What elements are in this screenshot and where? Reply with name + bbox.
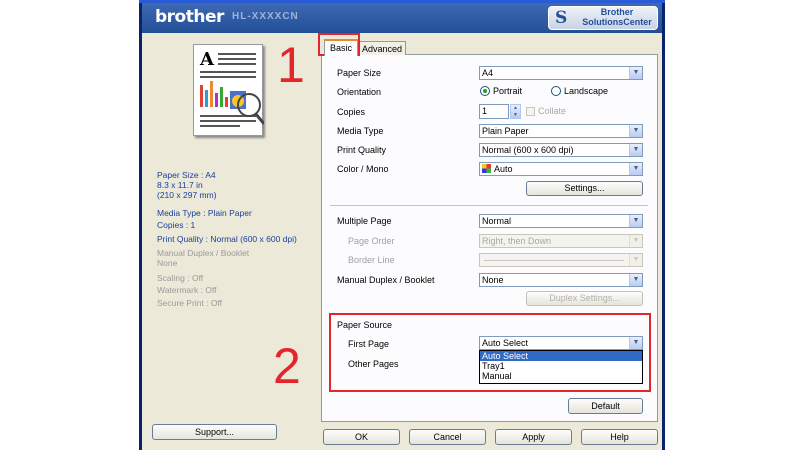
support-button[interactable]: Support... [152,424,277,440]
dropdown-option-auto-select[interactable]: Auto Select [480,351,642,361]
help-button[interactable]: Help [581,429,658,445]
cancel-button[interactable]: Cancel [409,429,486,445]
border-line-sample [484,260,624,261]
chevron-down-icon: ▼ [629,144,642,156]
multiple-page-select[interactable]: Normal ▼ [479,214,643,228]
media-type-select[interactable]: Plain Paper ▼ [479,124,643,138]
settings-button[interactable]: Settings... [526,181,643,196]
chevron-down-icon: ▼ [629,337,642,349]
page-order-select[interactable]: Right, then Down ▼ [479,234,643,248]
first-page-dropdown-list: Auto Select Tray1 Manual [479,350,643,384]
default-button[interactable]: Default [568,398,643,414]
separator [330,205,648,206]
paper-size-value: A4 [482,68,494,78]
radio-selected-dot [483,89,487,93]
paper-size-label: Paper Size [337,68,382,78]
chevron-down-icon: ▼ [629,235,642,247]
dropdown-option-manual[interactable]: Manual [480,371,642,381]
summary-watermark: Watermark : Off [157,285,217,295]
paper-size-select[interactable]: A4 ▼ [479,66,643,80]
chevron-down-icon: ▼ [629,125,642,137]
other-pages-label: Other Pages [348,359,399,369]
chevron-down-icon: ▼ [629,163,642,175]
model-name: HL-XXXXCN [232,11,299,22]
media-type-value: Plain Paper [482,126,529,136]
page-preview-image: A [193,44,266,136]
summary-dimensions-mm: (210 x 297 mm) [157,190,217,200]
border-line-label: Border Line [348,255,395,265]
summary-duplex-label: Manual Duplex / Booklet [157,248,250,258]
copies-label: Copies [337,107,366,117]
multiple-page-label: Multiple Page [337,216,392,226]
dropdown-option-tray1[interactable]: Tray1 [480,361,642,371]
print-quality-label: Print Quality [337,145,387,155]
summary-print-quality: Print Quality : Normal (600 x 600 dpi) [157,234,297,244]
summary-copies: Copies : 1 [157,220,196,230]
manual-duplex-select[interactable]: None ▼ [479,273,643,287]
tab-advanced[interactable]: Advanced [358,41,406,55]
summary-scaling: Scaling : Off [157,273,204,283]
page-order-label: Page Order [348,236,395,246]
first-page-label: First Page [348,339,390,349]
print-quality-select[interactable]: Normal (600 x 600 dpi) ▼ [479,143,643,157]
manual-duplex-value: None [482,275,504,285]
step-1-annotation: 1 [277,37,305,93]
landscape-radio[interactable] [551,86,561,96]
multiple-page-value: Normal [482,216,512,226]
page-order-value: Right, then Down [482,236,552,246]
summary-dimensions-in: 8.3 x 11.7 in [157,180,203,190]
apply-button[interactable]: Apply [495,429,572,445]
summary-secure-print: Secure Print : Off [157,298,223,308]
summary-paper-size: Paper Size : A4 [157,170,216,180]
chevron-down-icon: ▼ [629,215,642,227]
solutions-center-label-1: Brother [600,7,634,17]
duplex-settings-button[interactable]: Duplex Settings... [526,291,643,306]
summary-duplex-value: None [157,258,178,268]
collate-checkbox[interactable] [526,107,535,116]
color-mono-select[interactable]: Auto ▼ [479,162,643,176]
landscape-label: Landscape [564,86,609,96]
border-line-select[interactable]: ▼ [479,253,643,267]
ok-button[interactable]: OK [323,429,400,445]
summary-media-type: Media Type : Plain Paper [157,208,252,218]
paper-source-title: Paper Source [337,320,393,330]
first-page-select[interactable]: Auto Select ▼ [479,336,643,350]
copies-stepper[interactable]: ▲ ▼ [510,104,521,119]
chevron-down-icon: ▼ [629,254,642,266]
step-2-annotation: 2 [273,338,301,394]
orientation-label: Orientation [337,87,382,97]
chevron-down-icon: ▼ [629,274,642,286]
solutions-center-label-2: SolutionsCenter [582,17,652,27]
portrait-label: Portrait [493,86,523,96]
chevron-down-icon: ▼ [629,67,642,79]
tab-basic[interactable]: Basic [324,39,358,56]
color-icon [482,164,491,173]
manual-duplex-label: Manual Duplex / Booklet [337,275,435,285]
portrait-radio[interactable] [480,86,490,96]
svg-text:A: A [199,49,215,70]
color-mono-value: Auto [494,164,513,174]
solutions-center-icon: S [555,8,568,28]
brother-logo: brother [155,7,224,27]
collate-label: Collate [538,106,567,116]
first-page-value: Auto Select [482,338,529,348]
color-mono-label: Color / Mono [337,164,389,174]
media-type-label: Media Type [337,126,384,136]
copies-input[interactable]: 1 [479,104,509,119]
print-quality-value: Normal (600 x 600 dpi) [482,145,574,155]
